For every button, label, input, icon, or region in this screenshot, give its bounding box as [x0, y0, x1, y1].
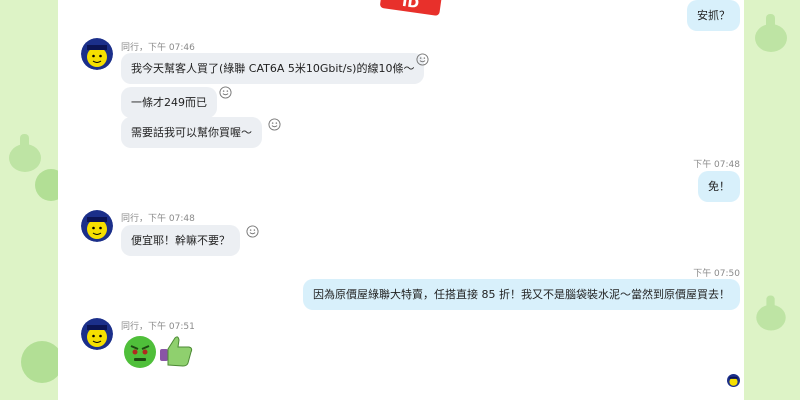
incoming-message-bubble: 需要話我可以幫你買喔～ [121, 117, 262, 148]
background-thumbs-up-decoration [756, 295, 786, 331]
add-reaction-icon[interactable] [416, 53, 429, 66]
add-reaction-icon[interactable] [268, 118, 281, 131]
sender-avatar[interactable] [81, 318, 113, 350]
sender-name: 同行 [121, 322, 140, 332]
incoming-message-bubble: 一條才249而已 [121, 87, 217, 118]
thumbs-up-sticker[interactable] [158, 333, 194, 369]
message-time: 下午 07:48 [693, 160, 740, 170]
incoming-message-bubble: 我今天幫客人買了(綠聯 CAT6A 5米10Gbit/s)的線10條～ [121, 53, 425, 84]
message-time: 下午 07:50 [693, 269, 740, 279]
angry-face-sticker[interactable] [123, 335, 157, 369]
message-time: 下午 07:48 [148, 214, 195, 224]
sender-avatar[interactable] [81, 38, 113, 70]
add-reaction-icon[interactable] [246, 225, 259, 238]
outgoing-message-bubble: 因為原價屋綠聯大特賣，任搭直接 85 折！我又不是腦袋裝水泥～當然到原價屋買去！ [303, 279, 740, 310]
chat-panel: ID 安抓？ 同行，下午 07:46 我今天幫客人買了(綠聯 CAT6A 5米1… [58, 0, 744, 400]
promo-banner: ID [379, 0, 443, 17]
background-thumbs-up-decoration [755, 14, 787, 52]
outgoing-message-bubble: 免！ [698, 171, 740, 202]
read-receipt-avatar [727, 374, 740, 387]
message-time: 下午 07:51 [148, 322, 195, 332]
message-meta: 同行，下午 07:51 [121, 322, 195, 332]
sender-name: 同行 [121, 214, 140, 224]
sender-avatar[interactable] [81, 210, 113, 242]
message-meta: 同行，下午 07:48 [121, 214, 195, 224]
message-meta: 同行，下午 07:46 [121, 43, 195, 53]
incoming-message-bubble: 便宜耶！幹嘛不要？ [121, 225, 240, 256]
sender-name: 同行 [121, 43, 140, 53]
outgoing-message-bubble: 安抓？ [687, 0, 740, 31]
message-time: 下午 07:46 [148, 43, 195, 53]
add-reaction-icon[interactable] [219, 86, 232, 99]
